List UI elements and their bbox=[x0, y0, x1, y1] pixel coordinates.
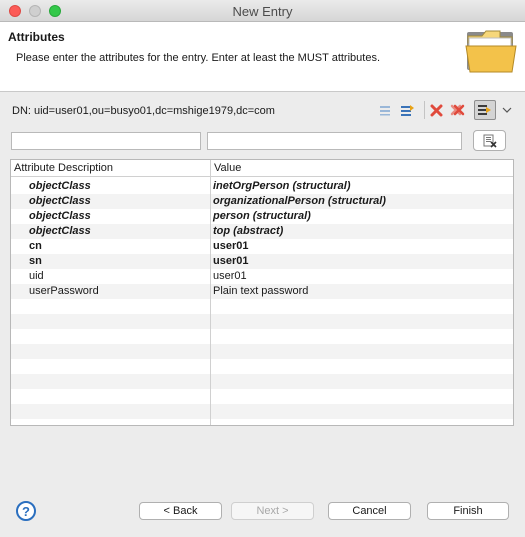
folder-icon bbox=[465, 30, 517, 73]
new-value-icon bbox=[380, 106, 390, 116]
delete-value-button[interactable] bbox=[428, 100, 444, 120]
attribute-name-cell: uid bbox=[29, 270, 44, 282]
table-row[interactable]: uid user01 bbox=[11, 269, 513, 284]
attribute-filter-input[interactable] bbox=[11, 132, 201, 150]
dn-label: DN: uid=user01,ou=busyo01,dc=mshige1979,… bbox=[12, 105, 275, 117]
row-stripe bbox=[11, 299, 513, 314]
finish-button[interactable]: Finish bbox=[427, 502, 509, 520]
page-description: Please enter the attributes for the entr… bbox=[16, 52, 380, 64]
attribute-value-cell[interactable]: person (structural) bbox=[213, 210, 311, 222]
table-row[interactable]: objectClass inetOrgPerson (structural) bbox=[11, 179, 513, 194]
row-stripe bbox=[11, 389, 513, 404]
column-header-value[interactable]: Value bbox=[214, 162, 241, 174]
attribute-value-cell[interactable]: user01 bbox=[213, 240, 248, 252]
new-attribute-button[interactable] bbox=[399, 100, 416, 120]
chevron-down-icon bbox=[502, 107, 512, 113]
show-operational-attributes-toggle[interactable] bbox=[474, 100, 496, 120]
value-filter-input[interactable] bbox=[207, 132, 462, 150]
row-stripe bbox=[11, 359, 513, 374]
page-title: Attributes bbox=[8, 30, 65, 44]
row-stripe bbox=[11, 374, 513, 389]
attribute-value-cell[interactable]: user01 bbox=[213, 255, 248, 267]
table-header: Attribute Description Value bbox=[11, 160, 513, 177]
attribute-value-cell[interactable]: inetOrgPerson (structural) bbox=[213, 180, 351, 192]
table-row[interactable]: objectClass organizationalPerson (structu… bbox=[11, 194, 513, 209]
row-stripe bbox=[11, 419, 513, 425]
table-row[interactable]: cn user01 bbox=[11, 239, 513, 254]
view-menu-button[interactable] bbox=[500, 100, 514, 120]
new-attribute-icon bbox=[401, 104, 414, 116]
row-stripe bbox=[11, 314, 513, 329]
attribute-name-cell: objectClass bbox=[29, 210, 91, 222]
attribute-name-cell: objectClass bbox=[29, 225, 91, 237]
clear-filter-button[interactable] bbox=[473, 130, 506, 151]
next-button[interactable]: Next > bbox=[231, 502, 314, 520]
wizard-header: Attributes Please enter the attributes f… bbox=[0, 22, 525, 92]
column-separator bbox=[210, 160, 211, 425]
attribute-name-cell: objectClass bbox=[29, 195, 91, 207]
table-row[interactable]: sn user01 bbox=[11, 254, 513, 269]
attribute-value-cell[interactable]: top (abstract) bbox=[213, 225, 283, 237]
row-stripe bbox=[11, 404, 513, 419]
cancel-button[interactable]: Cancel bbox=[328, 502, 411, 520]
table-row[interactable]: userPassword Plain text password bbox=[11, 284, 513, 299]
column-header-attribute[interactable]: Attribute Description bbox=[14, 162, 113, 174]
table-row[interactable]: objectClass person (structural) bbox=[11, 209, 513, 224]
delete-all-icon bbox=[450, 104, 465, 116]
row-stripe bbox=[11, 329, 513, 344]
window-title: New Entry bbox=[232, 4, 293, 19]
filter-attributes-icon bbox=[478, 105, 491, 115]
attribute-name-cell: cn bbox=[29, 240, 42, 252]
row-stripe bbox=[11, 344, 513, 359]
help-button[interactable]: ? bbox=[16, 501, 36, 521]
attribute-value-cell[interactable]: Plain text password bbox=[213, 285, 308, 297]
table-row[interactable]: objectClass top (abstract) bbox=[11, 224, 513, 239]
attribute-name-cell: userPassword bbox=[29, 285, 99, 297]
clear-filter-icon bbox=[483, 134, 497, 148]
attribute-name-cell: objectClass bbox=[29, 180, 91, 192]
title-bar: New Entry bbox=[0, 0, 525, 22]
back-button[interactable]: < Back bbox=[139, 502, 222, 520]
attribute-value-cell[interactable]: user01 bbox=[213, 270, 247, 282]
attribute-name-cell: sn bbox=[29, 255, 42, 267]
attributes-table[interactable]: Attribute Description Value objectClass i… bbox=[10, 159, 514, 426]
toolbar-separator bbox=[424, 101, 425, 119]
delete-all-values-button[interactable] bbox=[449, 100, 466, 120]
new-value-button[interactable] bbox=[378, 100, 394, 120]
attribute-value-cell[interactable]: organizationalPerson (structural) bbox=[213, 195, 386, 207]
delete-icon bbox=[430, 104, 442, 116]
